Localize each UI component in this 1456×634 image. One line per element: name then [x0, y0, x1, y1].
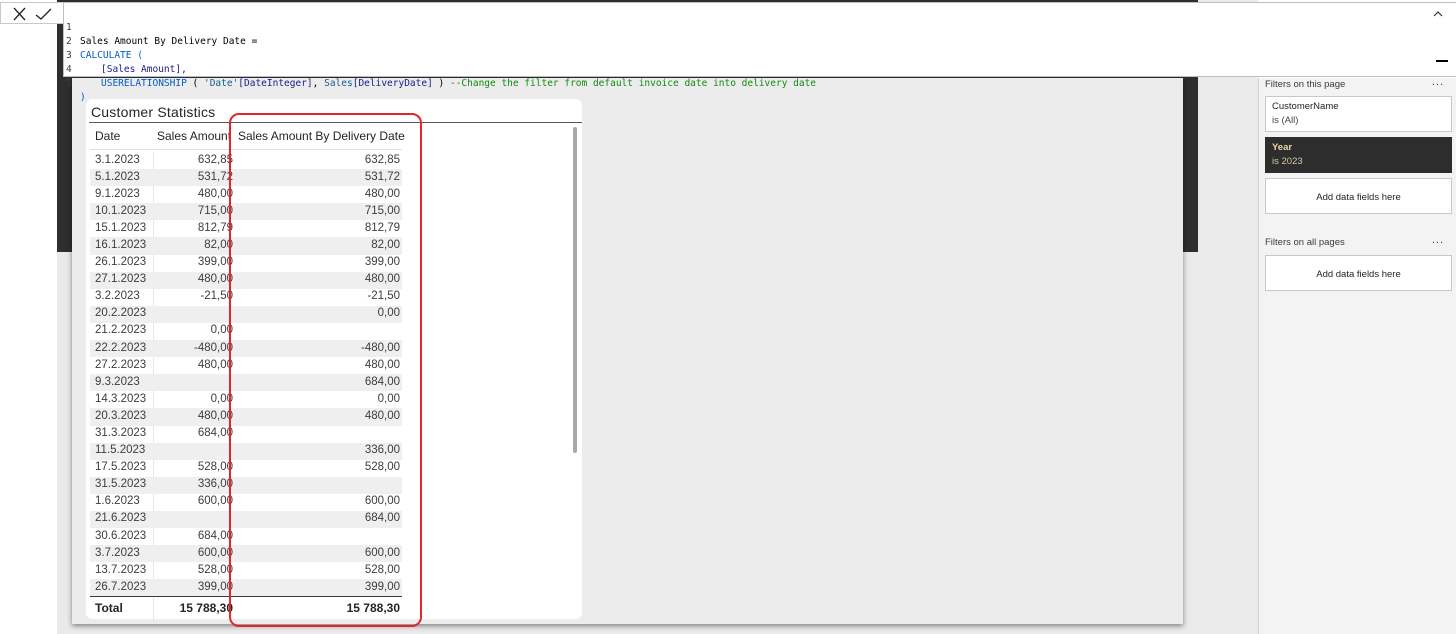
cell-sales-amount: 399,00: [197, 256, 233, 269]
dateinteger-column-ref: [DateInteger]: [238, 78, 313, 89]
chevron-up-icon[interactable]: [1432, 9, 1444, 19]
cell-sales-amount: 812,79: [197, 221, 233, 234]
cell-sales-amount: 715,00: [197, 204, 233, 217]
add-data-fields-all-pages-dropzone[interactable]: Add data fields here: [1265, 255, 1452, 291]
total-sales-amount: 15 788,30: [179, 601, 233, 615]
cell-date: 21.6.2023: [95, 512, 147, 525]
cell-sales-amount: 600,00: [197, 546, 233, 559]
filter-field-name: Year: [1272, 142, 1293, 153]
cell-sales-amount: 399,00: [197, 580, 233, 593]
cell-date: 9.1.2023: [95, 187, 140, 200]
filter-field-name: CustomerName: [1272, 101, 1339, 112]
cell-sales-amount: 480,00: [197, 273, 233, 286]
cell-sales-amount: 684,00: [197, 529, 233, 542]
filter-card-year[interactable]: Year is 2023: [1265, 137, 1452, 173]
cell-date: 26.1.2023: [95, 256, 147, 269]
line-number: 5: [66, 77, 72, 89]
userelationship-expression: USERELATIONSHIP ( 'Date'[DateInteger], S…: [101, 77, 816, 92]
cell-date: 16.1.2023: [95, 238, 147, 251]
cell-date: 27.2.2023: [95, 358, 147, 371]
cell-sales-amount: 480,00: [197, 358, 233, 371]
highlight-annotation-box: [229, 113, 422, 627]
left-pane-strip: [0, 0, 57, 634]
vertical-scrollbar[interactable]: [573, 127, 577, 453]
minimize-icon[interactable]: [1436, 60, 1448, 62]
cell-date: 22.2.2023: [95, 341, 147, 354]
cell-date: 26.7.2023: [95, 580, 147, 593]
cell-date: 11.5.2023: [95, 444, 146, 457]
filter-condition: is 2023: [1272, 156, 1303, 167]
cell-date: 20.2.2023: [95, 307, 147, 320]
filter-card-customername[interactable]: CustomerName is (All): [1265, 96, 1452, 132]
comma-separator: ,: [312, 78, 325, 89]
more-options-icon[interactable]: ...: [1432, 76, 1444, 88]
filters-pane: Filters on this page ... CustomerName is…: [1258, 76, 1456, 634]
cell-sales-amount: 528,00: [197, 461, 233, 474]
code-line-3: 3 [Sales Amount],: [64, 34, 187, 76]
add-data-fields-label: Add data fields here: [1316, 269, 1401, 280]
cell-date: 14.3.2023: [95, 392, 147, 405]
cell-sales-amount: 480,00: [197, 409, 233, 422]
cell-date: 21.2.2023: [95, 324, 147, 337]
userelationship-keyword: USERELATIONSHIP: [101, 78, 187, 89]
cell-date: 3.7.2023: [95, 546, 140, 559]
add-data-fields-label: Add data fields here: [1316, 192, 1401, 203]
close-icon[interactable]: [9, 4, 31, 24]
dax-editor[interactable]: 1 Sales Amount By Delivery Date = 2 CALC…: [63, 2, 1456, 104]
cell-date: 20.3.2023: [95, 409, 147, 422]
column-header-sales-amount[interactable]: Sales Amount: [157, 129, 231, 143]
cell-date: 13.7.2023: [95, 563, 147, 576]
cell-date: 9.3.2023: [95, 375, 140, 388]
cell-date: 27.1.2023: [95, 273, 147, 286]
cell-sales-amount: 528,00: [197, 563, 233, 576]
formula-bar: 1 Sales Amount By Delivery Date = 2 CALC…: [0, 0, 1456, 104]
cell-sales-amount: 632,85: [197, 153, 233, 166]
visual-title: Customer Statistics: [91, 104, 216, 120]
more-options-icon[interactable]: ...: [1432, 234, 1444, 246]
cell-date: 3.1.2023: [95, 153, 140, 166]
cell-date: 3.2.2023: [95, 290, 140, 303]
cell-sales-amount: 531,72: [197, 170, 233, 183]
cell-date: 10.1.2023: [95, 204, 147, 217]
cell-date: 17.5.2023: [95, 461, 147, 474]
cell-date: 15.1.2023: [95, 221, 147, 234]
cell-sales-amount: 684,00: [197, 427, 233, 439]
add-data-fields-page-dropzone[interactable]: Add data fields here: [1265, 178, 1452, 214]
cell-sales-amount: 336,00: [197, 478, 233, 491]
filters-on-all-pages-title: Filters on all pages: [1265, 237, 1345, 248]
open-paren: (: [186, 78, 204, 89]
closing-paren: ): [80, 92, 86, 103]
cell-sales-amount: 480,00: [197, 187, 233, 200]
sales-amount-argument: [Sales Amount],: [101, 64, 187, 75]
filter-condition: is (All): [1272, 115, 1299, 126]
check-icon[interactable]: [33, 4, 55, 24]
date-table-ref: 'Date': [203, 78, 239, 89]
code-line-5: 5 ): [64, 62, 110, 104]
cell-date: 30.6.2023: [95, 529, 147, 542]
filters-on-this-page-title: Filters on this page: [1265, 79, 1346, 90]
cell-date: 1.6.2023: [95, 495, 140, 508]
column-header-date[interactable]: Date: [95, 129, 120, 143]
cell-date: 5.1.2023: [95, 170, 140, 183]
cell-date: 31.3.2023: [95, 427, 147, 439]
power-bi-window: Customer Statistics Date Sales Amount Sa…: [0, 0, 1456, 634]
deliverydate-column-ref: [DeliveryDate]: [352, 78, 433, 89]
cell-sales-amount: -480,00: [193, 341, 233, 354]
code-line-2: 2 CALCULATE (: [64, 20, 143, 62]
close-paren: ): [432, 78, 450, 89]
code-comment: --Change the filter from default invoice…: [449, 78, 817, 89]
total-label: Total: [95, 601, 123, 615]
cell-date: 31.5.2023: [95, 478, 147, 491]
sales-table-ref: Sales: [324, 78, 353, 89]
code-line-1: 1 Sales Amount By Delivery Date =: [64, 6, 257, 48]
code-line-4: 4 USERELATIONSHIP ( 'Date'[DateInteger],…: [64, 48, 816, 90]
formula-bar-buttons: [0, 2, 64, 24]
cell-sales-amount: 600,00: [197, 495, 233, 508]
